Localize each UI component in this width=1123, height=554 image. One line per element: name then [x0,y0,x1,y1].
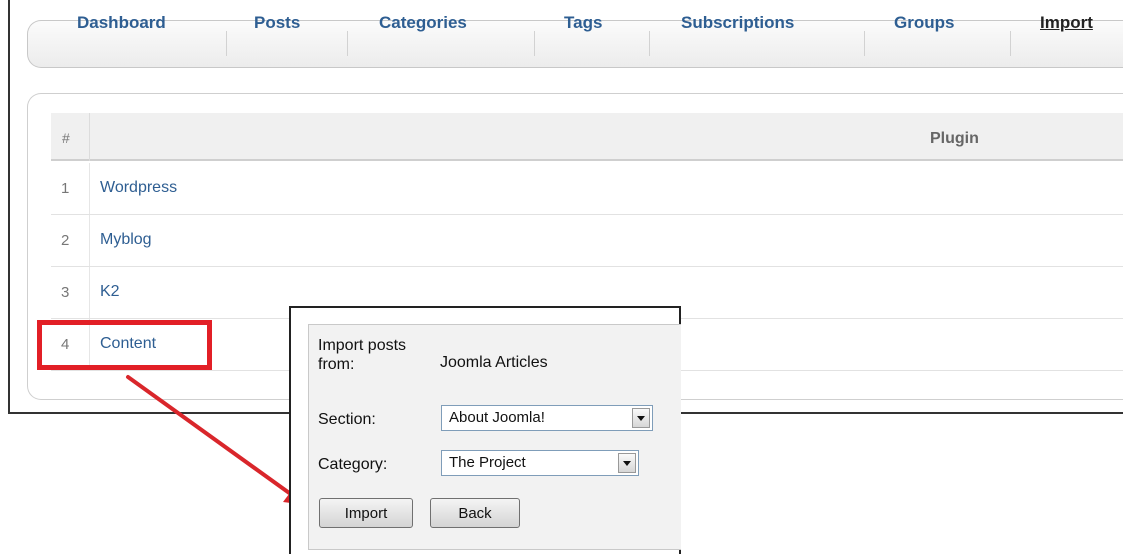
nav-divider [347,31,348,56]
nav-divider [1010,31,1011,56]
import-form: Import posts from: Joomla Articles Secti… [308,324,681,550]
category-label: Category: [318,456,388,473]
nav-tags[interactable]: Tags [564,13,602,33]
nav-divider [226,31,227,56]
plugin-link-k2[interactable]: K2 [100,283,120,301]
nav-divider [864,31,865,56]
import-from-value: Joomla Articles [440,354,548,371]
section-label: Section: [318,411,376,428]
row-number: 2 [61,232,70,249]
nav-import[interactable]: Import [1040,13,1093,33]
nav-divider [649,31,650,56]
table-row: 1 Wordpress [51,163,1123,215]
plugin-link-wordpress[interactable]: Wordpress [100,179,177,197]
import-popup: Import posts from: Joomla Articles Secti… [289,306,681,554]
row-divider [89,267,90,318]
row-divider [89,163,90,214]
column-header-number: # [62,130,70,146]
category-selected-value: The Project [449,454,526,471]
nav-posts[interactable]: Posts [254,13,300,33]
import-from-label: Import posts from: [318,337,407,373]
column-divider [89,113,90,161]
section-select[interactable]: About Joomla! [441,405,653,431]
chevron-down-icon[interactable] [632,408,650,428]
row-divider [89,215,90,266]
nav-groups[interactable]: Groups [894,13,954,33]
nav-categories[interactable]: Categories [379,13,467,33]
nav-dashboard[interactable]: Dashboard [77,13,166,33]
back-button[interactable]: Back [430,498,520,528]
row-number: 1 [61,180,70,197]
section-selected-value: About Joomla! [449,409,545,426]
plugin-link-myblog[interactable]: Myblog [100,231,152,249]
table-row: 2 Myblog [51,215,1123,267]
highlight-box [37,320,212,370]
nav-subscriptions[interactable]: Subscriptions [681,13,794,33]
chevron-down-icon[interactable] [618,453,636,473]
nav-divider [534,31,535,56]
column-header-plugin: Plugin [930,130,979,147]
row-number: 3 [61,284,70,301]
category-select[interactable]: The Project [441,450,639,476]
import-button[interactable]: Import [319,498,413,528]
